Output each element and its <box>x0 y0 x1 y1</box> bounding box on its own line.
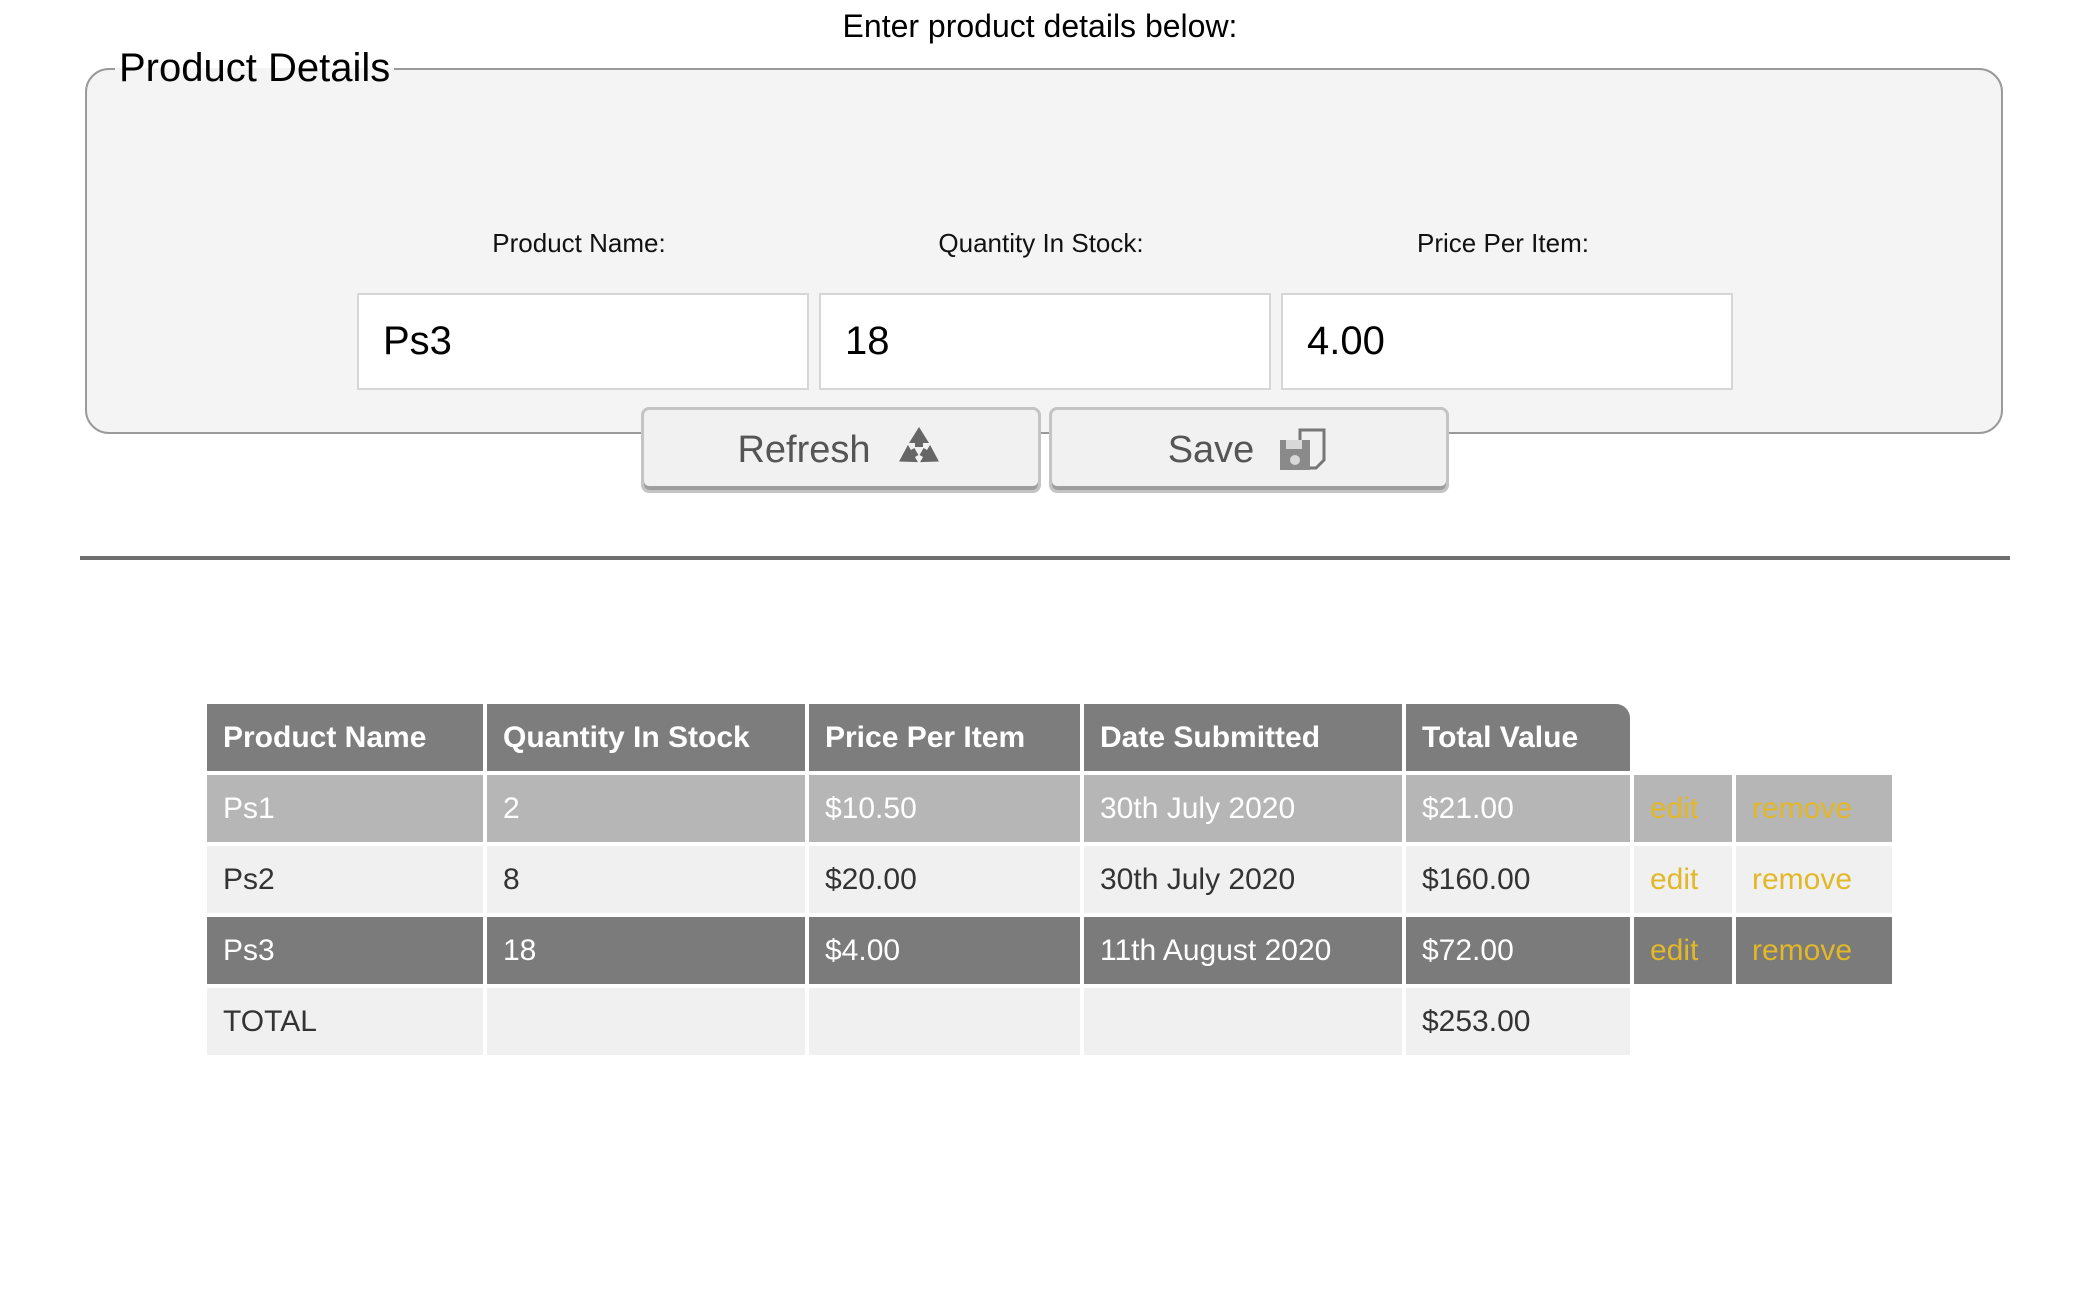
cell-quantity: 18 <box>487 917 805 984</box>
save-button-label: Save <box>1167 428 1255 471</box>
cell-product-name: Ps1 <box>207 775 483 842</box>
refresh-button[interactable]: Refresh <box>641 407 1041 493</box>
col-header-date: Date Submitted <box>1084 704 1402 771</box>
col-header-price: Price Per Item <box>809 704 1080 771</box>
col-header-product-name: Product Name <box>207 704 483 771</box>
quantity-input[interactable] <box>819 293 1271 390</box>
cell-date: 30th July 2020 <box>1084 846 1402 913</box>
price-input[interactable] <box>1281 293 1733 390</box>
remove-link[interactable]: remove <box>1736 775 1892 842</box>
save-button[interactable]: Save <box>1049 407 1449 493</box>
remove-link[interactable]: remove <box>1736 917 1892 984</box>
edit-link[interactable]: edit <box>1634 917 1732 984</box>
table-row: Ps1 2 $10.50 30th July 2020 $21.00 edit … <box>207 775 1892 842</box>
products-table: Product Name Quantity In Stock Price Per… <box>203 700 1896 1059</box>
cell-total: $72.00 <box>1406 917 1630 984</box>
cell-price: $4.00 <box>809 917 1080 984</box>
cell-price: $20.00 <box>809 846 1080 913</box>
cell-quantity: 8 <box>487 846 805 913</box>
recycle-icon <box>893 424 945 476</box>
cell-total: $160.00 <box>1406 846 1630 913</box>
cell-total: $21.00 <box>1406 775 1630 842</box>
cell-price: $10.50 <box>809 775 1080 842</box>
total-blank-cell <box>1736 988 1892 1055</box>
col-header-quantity: Quantity In Stock <box>487 704 805 771</box>
intro-text: Enter product details below: <box>842 8 1238 44</box>
total-empty-cell <box>809 988 1080 1055</box>
product-name-input[interactable] <box>357 293 809 390</box>
total-empty-cell <box>1084 988 1402 1055</box>
grand-total-value: $253.00 <box>1406 988 1630 1055</box>
total-empty-cell <box>487 988 805 1055</box>
cell-product-name: Ps2 <box>207 846 483 913</box>
cell-date: 30th July 2020 <box>1084 775 1402 842</box>
total-blank-cell <box>1634 988 1732 1055</box>
quantity-label: Quantity In Stock: <box>938 228 1144 258</box>
product-details-fieldset: Product Details Product Name: Quantity I… <box>85 46 2003 493</box>
remove-link[interactable]: remove <box>1736 846 1892 913</box>
table-header-row: Product Name Quantity In Stock Price Per… <box>207 704 1892 771</box>
total-label: TOTAL <box>207 988 483 1055</box>
table-row: Ps3 18 $4.00 11th August 2020 $72.00 edi… <box>207 917 1892 984</box>
edit-link[interactable]: edit <box>1634 846 1732 913</box>
total-row: TOTAL $253.00 <box>207 988 1892 1055</box>
cell-quantity: 2 <box>487 775 805 842</box>
refresh-button-label: Refresh <box>737 428 871 471</box>
cell-product-name: Ps3 <box>207 917 483 984</box>
floppy-disk-icon <box>1276 426 1330 474</box>
col-header-total: Total Value <box>1406 704 1630 771</box>
product-name-label: Product Name: <box>492 228 666 258</box>
edit-link[interactable]: edit <box>1634 775 1732 842</box>
cell-date: 11th August 2020 <box>1084 917 1402 984</box>
fieldset-legend: Product Details <box>119 46 391 90</box>
price-label: Price Per Item: <box>1417 228 1589 258</box>
section-divider <box>80 556 2010 560</box>
table-row: Ps2 8 $20.00 30th July 2020 $160.00 edit… <box>207 846 1892 913</box>
